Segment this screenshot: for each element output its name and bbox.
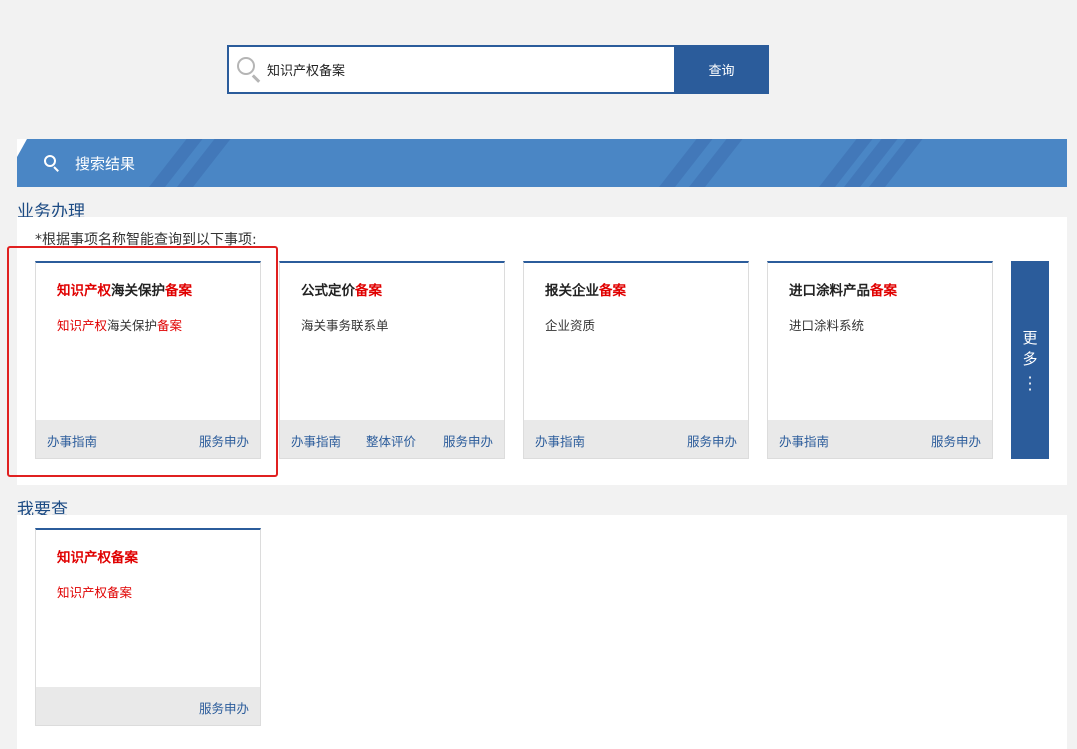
banner-title: 搜索结果 bbox=[75, 155, 136, 173]
search-icon bbox=[235, 55, 265, 85]
card-title[interactable]: 进口涂料产品备案 bbox=[789, 279, 897, 299]
more-label-2: 多 bbox=[1022, 350, 1038, 368]
card-subtitle: 进口涂料系统 bbox=[789, 318, 865, 333]
apply-link[interactable]: 服务申办 bbox=[931, 431, 981, 450]
apply-link[interactable]: 服务申办 bbox=[687, 431, 737, 450]
card-title[interactable]: 知识产权备案 bbox=[57, 546, 138, 566]
service-card[interactable]: 进口涂料产品备案 进口涂料系统 办事指南 服务申办 bbox=[767, 261, 993, 459]
search-button[interactable]: 查询 bbox=[674, 45, 769, 94]
card-subtitle: 海关事务联系单 bbox=[301, 318, 389, 333]
apply-link[interactable]: 服务申办 bbox=[443, 431, 493, 450]
more-label-1: 更 bbox=[1022, 329, 1038, 347]
service-card[interactable]: 报关企业备案 企业资质 办事指南 服务申办 bbox=[523, 261, 749, 459]
apply-link[interactable]: 服务申办 bbox=[199, 698, 249, 717]
card-footer: 办事指南 服务申办 bbox=[768, 420, 992, 458]
more-button[interactable]: 更 多 · · · bbox=[1011, 261, 1049, 459]
card-subtitle: 企业资质 bbox=[545, 318, 596, 333]
guide-link[interactable]: 办事指南 bbox=[779, 431, 829, 450]
guide-link[interactable]: 办事指南 bbox=[535, 431, 585, 450]
service-card[interactable]: 公式定价备案 海关事务联系单 办事指南 整体评价 服务申办 bbox=[279, 261, 505, 459]
card-title[interactable]: 报关企业备案 bbox=[545, 279, 626, 299]
evaluation-link[interactable]: 整体评价 bbox=[366, 431, 416, 450]
card-footer: 办事指南 服务申办 bbox=[524, 420, 748, 458]
search-input[interactable] bbox=[265, 46, 674, 93]
card-footer: 办事指南 整体评价 服务申办 bbox=[280, 420, 504, 458]
more-dots-icon: · · · bbox=[1027, 368, 1033, 399]
card-title[interactable]: 公式定价备案 bbox=[301, 279, 382, 299]
query-card[interactable]: 知识产权备案 知识产权备案 服务申办 bbox=[35, 528, 261, 726]
highlight-annotation bbox=[7, 246, 278, 477]
page: 查询 搜索结果 业务办理 *根据事项名称智能查询到以下事项: 知识产权海关保护备… bbox=[0, 0, 1077, 749]
search-results-banner: 搜索结果 bbox=[17, 139, 1067, 187]
card-subtitle: 知识产权备案 bbox=[57, 585, 133, 600]
card-footer: 服务申办 bbox=[36, 687, 260, 725]
search-icon bbox=[44, 155, 62, 173]
guide-link[interactable]: 办事指南 bbox=[291, 431, 341, 450]
search-bar: 查询 bbox=[227, 45, 769, 94]
